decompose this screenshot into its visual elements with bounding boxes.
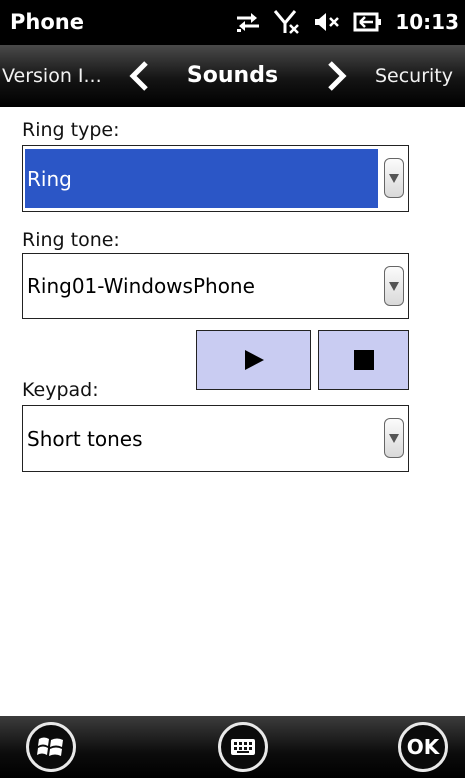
- stop-button[interactable]: [318, 330, 409, 390]
- bottom-bar: OK: [0, 716, 465, 778]
- status-icons: 10:13: [235, 8, 459, 36]
- settings-tab-nav: Version I... Sounds Security: [0, 45, 465, 107]
- ring-tone-dropdown-button[interactable]: [384, 266, 404, 306]
- speaker-muted-icon: [313, 10, 341, 34]
- ring-tone-label: Ring tone:: [22, 229, 120, 251]
- play-icon: [244, 350, 264, 370]
- keypad-label: Keypad:: [22, 379, 99, 401]
- ring-type-label: Ring type:: [22, 119, 120, 141]
- ok-button[interactable]: OK: [398, 722, 448, 772]
- keyboard-button[interactable]: [218, 722, 268, 772]
- windows-start-icon: [37, 737, 63, 756]
- chevron-down-icon: [389, 282, 399, 291]
- ring-type-dropdown-button[interactable]: [384, 158, 404, 198]
- chevron-down-icon: [389, 174, 399, 183]
- ring-tone-value: Ring01-WindowsPhone: [27, 274, 255, 298]
- ring-type-value: Ring: [25, 149, 378, 208]
- chevron-down-icon: [389, 434, 399, 443]
- keypad-select[interactable]: Short tones: [22, 405, 409, 472]
- title-bar: Phone 10:13: [0, 0, 465, 45]
- keyboard-icon: [231, 739, 255, 755]
- ring-type-select[interactable]: Ring: [22, 145, 409, 212]
- keypad-dropdown-button[interactable]: [384, 418, 404, 458]
- app-title: Phone: [10, 10, 84, 34]
- tab-security[interactable]: Security: [375, 45, 453, 107]
- clock: 10:13: [395, 10, 459, 34]
- start-button[interactable]: [26, 722, 76, 772]
- data-transfer-icon: [235, 10, 261, 34]
- play-button[interactable]: [196, 330, 311, 390]
- ring-tone-select[interactable]: Ring01-WindowsPhone: [22, 253, 409, 319]
- ok-label: OK: [406, 735, 440, 759]
- keypad-value: Short tones: [27, 426, 143, 451]
- stop-icon: [353, 350, 374, 370]
- chevron-right-icon[interactable]: [326, 61, 348, 91]
- battery-charging-icon: [353, 11, 383, 33]
- no-signal-icon: [273, 9, 301, 35]
